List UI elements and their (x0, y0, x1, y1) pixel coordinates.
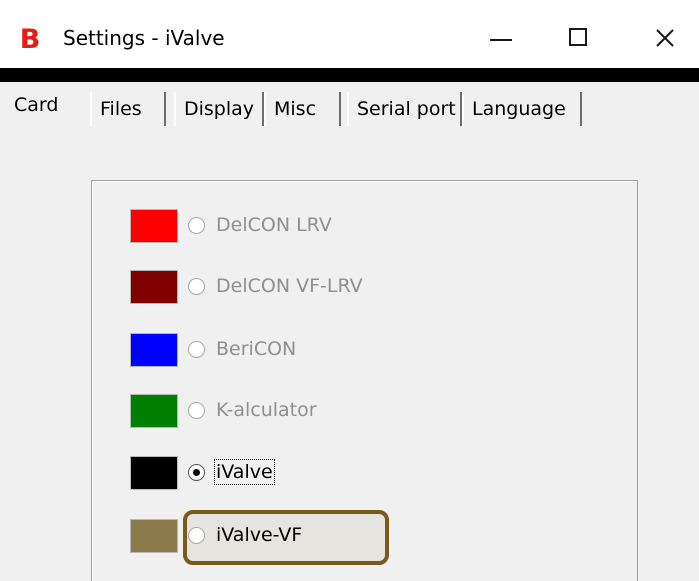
tab-language[interactable]: Language (462, 92, 582, 126)
color-swatch[interactable] (130, 333, 178, 367)
minimize-button[interactable] (478, 14, 526, 62)
radio-button[interactable] (188, 402, 205, 419)
tab-bar: Card Files Display Misc Serial port Lang… (0, 82, 699, 128)
close-icon (656, 29, 674, 47)
tab-display[interactable]: Display (174, 92, 264, 126)
radio-dot (193, 469, 200, 476)
option-label: DelCON LRV (216, 214, 332, 236)
card-option-k-alculator[interactable]: K-alculator (130, 394, 430, 430)
tab-card[interactable]: Card (14, 88, 58, 122)
card-option-ivalve-vf[interactable]: iValve-VF (130, 519, 430, 555)
tab-misc[interactable]: Misc (264, 92, 341, 126)
card-option-delcon-vf-lrv[interactable]: DelCON VF-LRV (130, 270, 430, 306)
color-swatch[interactable] (130, 209, 178, 243)
radio-button[interactable] (188, 217, 205, 234)
tab-files[interactable]: Files (90, 92, 166, 126)
toolbar-strip (0, 68, 699, 82)
app-logo-icon: B (19, 23, 41, 55)
color-swatch[interactable] (130, 456, 178, 490)
card-option-bericon[interactable]: BeriCON (130, 333, 430, 369)
card-option-delcon-lrv[interactable]: DelCON LRV (130, 209, 430, 245)
option-label: iValve (214, 459, 275, 485)
color-swatch[interactable] (130, 519, 178, 553)
radio-button[interactable] (188, 278, 205, 295)
color-swatch[interactable] (130, 394, 178, 428)
option-label: K-alculator (216, 399, 317, 421)
color-swatch[interactable] (130, 270, 178, 304)
radio-button-checked[interactable] (188, 464, 205, 481)
option-label: iValve-VF (216, 524, 303, 546)
window-title: Settings - iValve (63, 26, 225, 50)
card-option-ivalve[interactable]: iValve (130, 456, 430, 492)
tab-serial-port[interactable]: Serial port (347, 92, 462, 126)
radio-button[interactable] (188, 527, 205, 544)
close-button[interactable] (641, 14, 689, 62)
radio-button[interactable] (188, 341, 205, 358)
option-label: BeriCON (216, 338, 297, 360)
maximize-button[interactable] (555, 14, 603, 62)
title-bar: B Settings - iValve (0, 0, 699, 68)
option-label: DelCON VF-LRV (216, 275, 363, 297)
